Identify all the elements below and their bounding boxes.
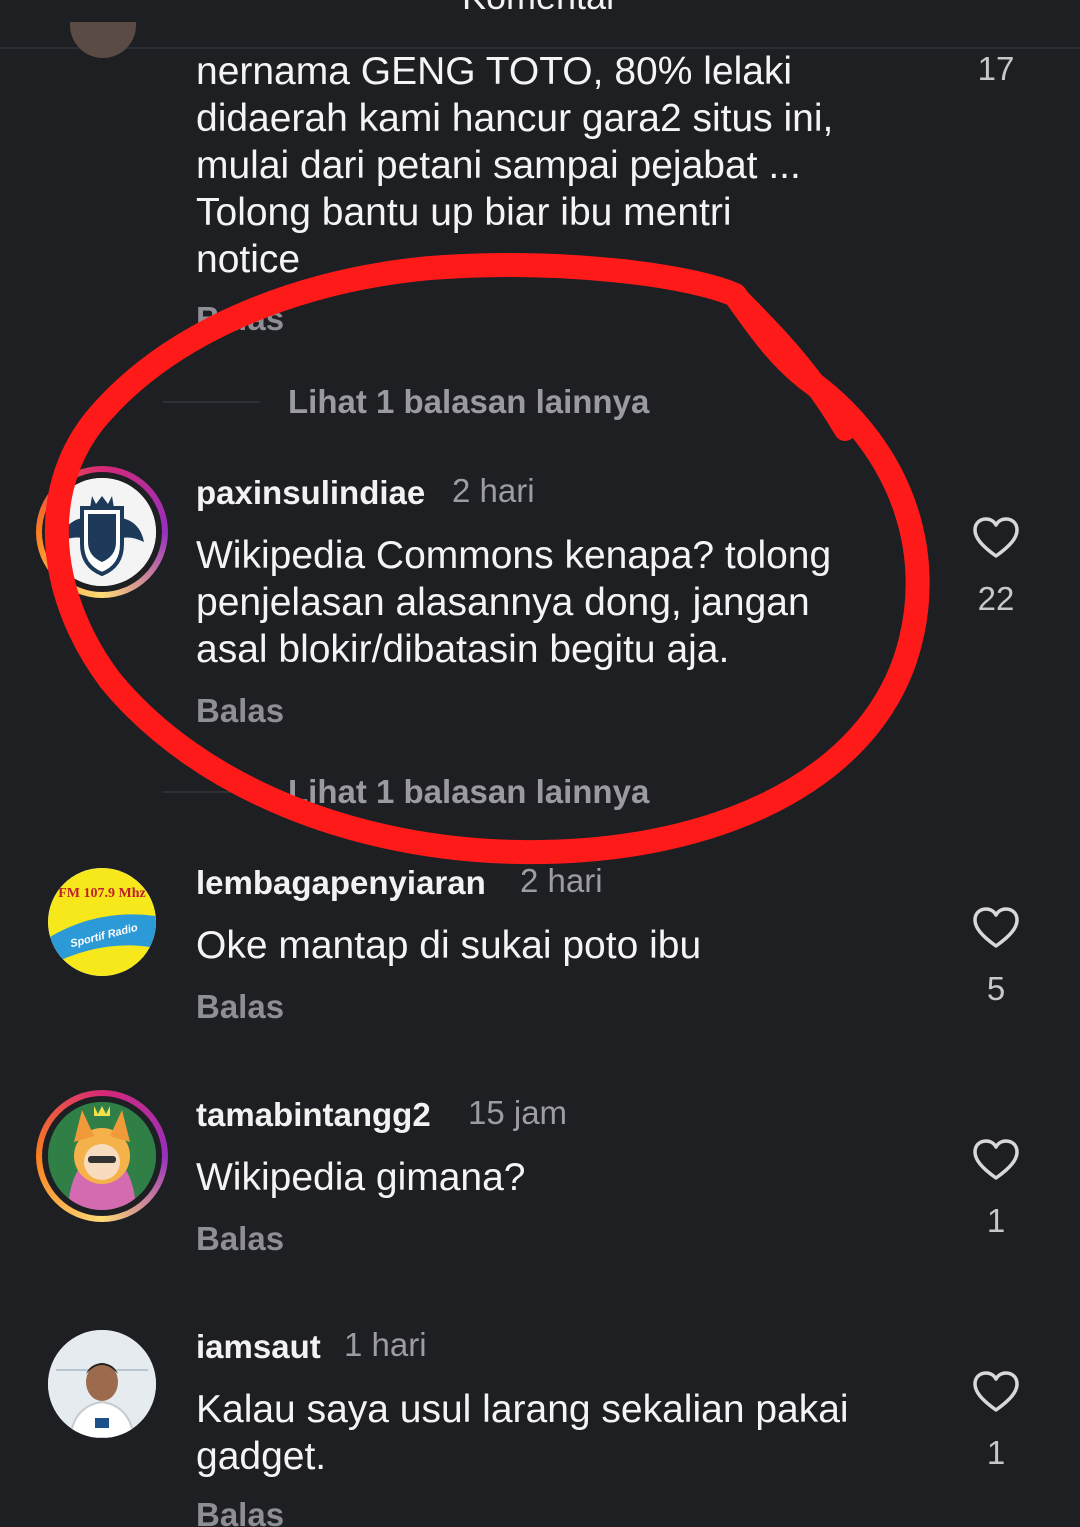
anime-avatar-icon — [48, 1102, 156, 1210]
heart-outline-icon[interactable] — [972, 1370, 1020, 1414]
comment-text: Wikipedia Commons kenapa? tolong penjela… — [196, 534, 832, 671]
like-count: 17 — [977, 50, 1015, 87]
comment-text: Kalau saya usul larang sekalian pakai ga… — [196, 1388, 849, 1478]
like-count: 5 — [986, 970, 1006, 1007]
avatar[interactable]: FM 107.9 Mhz Sportif Radio — [48, 868, 156, 976]
reply-button[interactable]: Balas — [196, 692, 284, 730]
reply-button[interactable]: Balas — [196, 1496, 284, 1527]
heart-outline-icon[interactable] — [972, 1138, 1020, 1182]
comment-text: nernama GENG TOTO, 80% lelaki didaerah k… — [196, 50, 834, 281]
sheet-title: Komentar — [0, 0, 1080, 18]
comment-text: Oke mantap di sukai poto ibu — [196, 924, 702, 967]
comments-sheet: Komentar nernama GENG TOTO, 80% lelaki d… — [0, 0, 1080, 1527]
avatar-label: FM 107.9 Mhz — [58, 886, 146, 901]
comment-username[interactable]: tamabintangg2 — [196, 1096, 431, 1134]
comment-username[interactable]: paxinsulindiae — [196, 474, 425, 512]
comment-timestamp: 2 hari — [452, 472, 535, 509]
crest-logo-icon — [48, 478, 156, 586]
comment-username[interactable]: lembagapenyiaran — [196, 864, 486, 902]
view-replies-button[interactable]: Lihat 1 balasan lainnya — [288, 383, 649, 421]
reply-button[interactable]: Balas — [196, 988, 284, 1026]
like-count: 22 — [977, 580, 1015, 617]
comment-timestamp: 2 hari — [520, 862, 603, 899]
avatar[interactable] — [48, 1330, 156, 1438]
reply-button[interactable]: Balas — [196, 300, 284, 338]
replies-divider — [163, 791, 260, 793]
comment-text: Wikipedia gimana? — [196, 1156, 526, 1199]
comment-timestamp: 15 jam — [468, 1094, 568, 1131]
reply-button[interactable]: Balas — [196, 1220, 284, 1258]
avatar[interactable] — [70, 22, 136, 58]
like-count: 1 — [986, 1434, 1006, 1471]
replies-divider — [163, 401, 260, 403]
like-count: 1 — [986, 1202, 1006, 1239]
heart-outline-icon[interactable] — [972, 516, 1020, 560]
avatar[interactable] — [36, 1090, 168, 1222]
comment-timestamp: 1 hari — [344, 1326, 427, 1363]
comment-username[interactable]: iamsaut — [196, 1328, 321, 1366]
avatar[interactable] — [36, 466, 168, 598]
profile-photo-icon — [48, 1330, 156, 1438]
view-replies-button[interactable]: Lihat 1 balasan lainnya — [288, 773, 649, 811]
heart-outline-icon[interactable] — [972, 906, 1020, 950]
